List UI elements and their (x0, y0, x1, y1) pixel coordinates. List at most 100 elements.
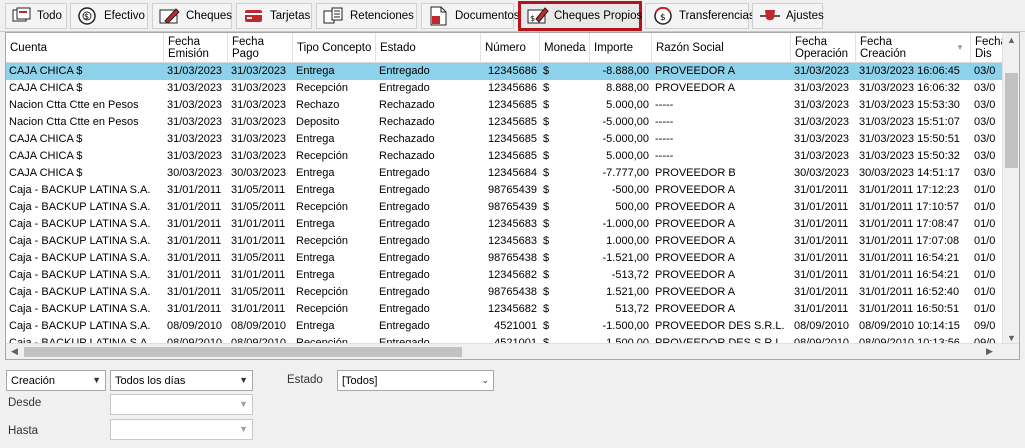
table-cell: 01/0 (974, 201, 996, 213)
horizontal-scroll-thumb[interactable] (24, 347, 462, 357)
tab-retenciones[interactable]: Retenciones (316, 3, 417, 29)
table-cell: 31/01/2011 (167, 252, 222, 264)
table-cell: Entregado (379, 252, 430, 264)
table-cell: 31/03/2023 (231, 116, 287, 128)
table-row[interactable]: Caja - BACKUP LATINA S.A. 31/01/2011 31/05… (6, 182, 1006, 199)
tab-ajustes[interactable]: Ajustes (752, 3, 824, 29)
hasta-label: Hasta (8, 425, 39, 437)
movements-grid[interactable]: Cuenta Fecha Emisión Fecha Pago Tipo Concep… (5, 32, 1020, 360)
estado-select[interactable]: [Todos] ⌄ (337, 370, 494, 391)
table-cell: 30/03/2023 (231, 167, 287, 179)
table-row[interactable]: CAJA CHICA $ 31/03/2023 31/03/2023 Recepció… (6, 80, 1006, 97)
tab-todo[interactable]: Todo (5, 3, 67, 29)
table-cell: 31/03/2023 (167, 150, 223, 162)
desde-date-picker[interactable]: ▼ (110, 394, 253, 415)
table-row[interactable]: CAJA CHICA $ 31/03/2023 31/03/2023 Entrega R… (6, 131, 1006, 148)
table-row[interactable]: CAJA CHICA $ 31/03/2023 31/03/2023 Entrega E… (6, 63, 1006, 80)
table-cell: $ (543, 235, 550, 247)
horizontal-scrollbar[interactable]: ◀ ▶ (6, 343, 1019, 359)
table-cell: 01/0 (974, 286, 996, 298)
tab-label: Todo (37, 10, 62, 22)
period-value: Todos los días (115, 374, 186, 387)
scroll-down-icon[interactable]: ▼ (1007, 333, 1016, 343)
column-header[interactable]: Fecha Operación (791, 33, 856, 63)
table-cell: 01/0 (974, 252, 996, 264)
tab-documentos[interactable]: Documentos (421, 3, 520, 29)
column-header[interactable]: Moneda (540, 33, 590, 63)
table-cell: -5.000,00 (602, 133, 649, 145)
date-field-select[interactable]: Creación ▼ (6, 370, 106, 391)
scroll-up-icon[interactable]: ▲ (1007, 35, 1016, 45)
column-header[interactable]: Tipo Concepto (293, 33, 376, 63)
table-cell: Caja - BACKUP LATINA S.A. (9, 303, 151, 315)
tab-tarjetas[interactable]: Tarjetas (236, 3, 312, 29)
table-row[interactable]: Caja - BACKUP LATINA S.A. 31/01/2011 31/01… (6, 301, 1006, 318)
table-cell: 31/03/2023 (167, 116, 223, 128)
table-cell: 31/03/2023 (794, 82, 850, 94)
vertical-scroll-thumb[interactable] (1005, 73, 1018, 168)
tab-efectivo[interactable]: $ Efectivo (70, 3, 148, 29)
table-cell: 31/01/2011 (794, 269, 849, 281)
table-row[interactable]: Nacion Ctta Ctte en Pesos 31/03/2023 31/03… (6, 97, 1006, 114)
column-header[interactable]: Estado (376, 33, 481, 63)
sort-descending-icon: ▼ (956, 43, 964, 52)
table-row[interactable]: Nacion Ctta Ctte en Pesos 31/03/2023 31/03… (6, 114, 1006, 131)
table-cell: 31/03/2023 15:50:51 (859, 133, 960, 145)
table-cell: 31/03/2023 (794, 133, 850, 145)
tab-label: Tarjetas (270, 10, 311, 22)
vertical-scrollbar[interactable]: ▲ ▼ (1002, 33, 1019, 359)
toolbar: Todo $ Efectivo Cheques Tarjetas Retenciones D… (0, 0, 1025, 32)
column-header[interactable]: Número (481, 33, 540, 63)
table-cell: 01/0 (974, 269, 996, 281)
table-cell: Rechazado (379, 133, 435, 145)
table-cell: 03/0 (974, 99, 996, 111)
table-cell: ----- (655, 133, 674, 145)
scroll-right-icon[interactable]: ▶ (986, 346, 993, 357)
column-header[interactable]: Razón Social (652, 33, 791, 63)
table-row[interactable]: Caja - BACKUP LATINA S.A. 31/01/2011 31/05… (6, 250, 1006, 267)
table-cell: $ (543, 252, 550, 264)
column-header[interactable]: Importe (590, 33, 652, 63)
table-row[interactable]: CAJA CHICA $ 30/03/2023 30/03/2023 Entrega E… (6, 165, 1006, 182)
table-cell: PROVEEDOR A (655, 303, 736, 315)
tab-transferencias[interactable]: $ Transferencias (645, 3, 755, 29)
table-cell: Recepción (296, 82, 348, 94)
table-row[interactable]: Caja - BACKUP LATINA S.A. 31/01/2011 31/05… (6, 199, 1006, 216)
column-header[interactable]: Fecha Dis (971, 33, 1007, 63)
hasta-date-picker[interactable]: ▼ (110, 419, 253, 440)
table-cell: 12345685 (488, 116, 537, 128)
table-row[interactable]: Caja - BACKUP LATINA S.A. 31/01/2011 31/01… (6, 216, 1006, 233)
all-icon (12, 6, 32, 26)
column-header[interactable]: Fecha Emisión (164, 33, 228, 63)
table-row[interactable]: Caja - BACKUP LATINA S.A. 31/01/2011 31/01… (6, 267, 1006, 284)
tab-label: Efectivo (104, 10, 145, 22)
table-cell: 98765438 (488, 286, 537, 298)
table-row[interactable]: Caja - BACKUP LATINA S.A. 31/01/2011 31/01… (6, 233, 1006, 250)
table-cell: ----- (655, 150, 674, 162)
column-header[interactable]: Fecha Pago (228, 33, 293, 63)
tab-cheques-propios[interactable]: $ Cheques Propios (518, 1, 642, 31)
tab-cheques[interactable]: Cheques (152, 3, 232, 29)
table-cell: -1.500,00 (602, 320, 649, 332)
table-cell: Recepción (296, 235, 348, 247)
table-cell: $ (543, 82, 550, 94)
scroll-left-icon[interactable]: ◀ (11, 346, 18, 357)
table-cell: $ (543, 320, 550, 332)
table-cell: PROVEEDOR A (655, 218, 736, 230)
table-row[interactable]: CAJA CHICA $ 31/03/2023 31/03/2023 Recepció… (6, 148, 1006, 165)
svg-text:$: $ (660, 13, 666, 23)
table-cell: 4521001 (494, 320, 537, 332)
table-cell: 08/09/2010 (167, 320, 223, 332)
column-header[interactable]: Fecha Creación (856, 33, 971, 63)
period-select[interactable]: Todos los días ▼ (110, 370, 253, 391)
table-row[interactable]: Caja - BACKUP LATINA S.A. 31/01/2011 31/05… (6, 284, 1006, 301)
table-cell: 31/01/2011 17:10:57 (859, 201, 960, 213)
table-cell: 31/01/2011 (167, 218, 222, 230)
table-cell: -1.521,00 (602, 252, 649, 264)
column-header[interactable]: Cuenta (6, 33, 164, 63)
table-cell: Recepción (296, 286, 348, 298)
table-row[interactable]: Caja - BACKUP LATINA S.A. 08/09/2010 08/09… (6, 318, 1006, 335)
table-cell: 31/03/2023 (794, 116, 850, 128)
table-cell: 500,00 (615, 201, 649, 213)
table-cell: Entregado (379, 167, 430, 179)
